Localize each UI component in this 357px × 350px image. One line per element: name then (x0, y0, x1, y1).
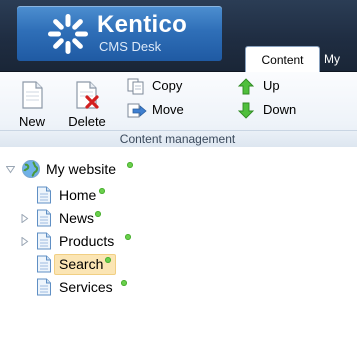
down-label: Down (263, 102, 297, 117)
globe-icon (22, 160, 40, 178)
tree-node-label: News (59, 210, 95, 226)
expand-icon[interactable] (20, 214, 29, 223)
content-ribbon: New Delete Copy Move Up Down Content man… (0, 72, 357, 147)
arrow-up-icon (238, 78, 254, 95)
delete-label: Delete (68, 114, 106, 129)
kentico-logo[interactable]: Kentico CMS Desk (17, 6, 222, 61)
page-icon (37, 278, 51, 296)
published-status-dot (105, 257, 111, 263)
move-label: Move (152, 102, 184, 117)
published-status-dot (125, 234, 131, 240)
page-icon (37, 186, 51, 204)
tree-node-label: My website (46, 161, 117, 177)
tree-node-services[interactable]: Services (36, 277, 216, 299)
arrow-down-icon (238, 102, 254, 119)
content-tree: My website Home News Products Search Ser… (0, 150, 357, 350)
app-header: Kentico CMS Desk Content My (0, 0, 357, 73)
tree-node-news[interactable]: News (20, 208, 200, 230)
published-status-dot (99, 188, 105, 194)
new-page-icon (22, 81, 43, 109)
collapse-icon[interactable] (6, 165, 15, 174)
published-status-dot (121, 280, 127, 286)
new-label: New (18, 114, 45, 129)
tree-node-my-website[interactable]: My website (6, 159, 206, 181)
published-status-dot (127, 162, 133, 168)
logo-subtitle: CMS Desk (99, 39, 162, 54)
logo-title: Kentico (97, 11, 188, 38)
published-status-dot (95, 211, 101, 217)
move-icon (127, 103, 147, 118)
up-label: Up (263, 78, 280, 93)
tab-content[interactable]: Content (245, 46, 320, 73)
page-icon (37, 232, 51, 250)
tree-node-home[interactable]: Home (36, 185, 216, 207)
kentico-logo-icon (48, 14, 88, 54)
tree-node-label: Home (59, 187, 97, 203)
new-button[interactable]: New (7, 77, 57, 129)
copy-icon (127, 78, 144, 95)
page-icon (37, 255, 51, 273)
copy-label: Copy (152, 78, 183, 93)
expand-icon[interactable] (20, 237, 29, 246)
ribbon-group-label: Content management (0, 130, 357, 147)
tree-node-products[interactable]: Products (20, 231, 200, 253)
tree-node-search[interactable]: Search (36, 254, 216, 276)
delete-button[interactable]: Delete (62, 77, 112, 129)
tab-my[interactable]: My (322, 46, 357, 73)
tree-node-label: Search (59, 256, 104, 272)
delete-page-icon (76, 81, 99, 109)
tree-node-label: Services (59, 279, 113, 295)
page-icon (37, 209, 51, 227)
tree-node-label: Products (59, 233, 115, 249)
